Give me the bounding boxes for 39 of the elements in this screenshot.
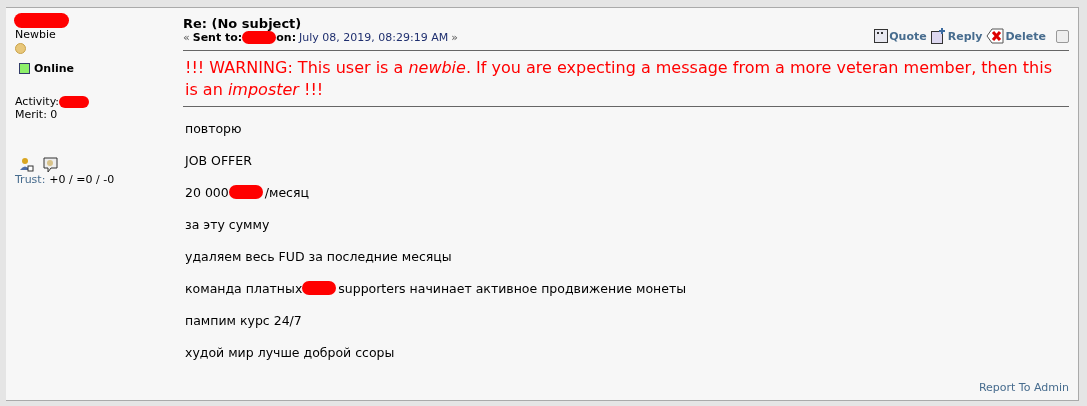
reply-link[interactable]: Reply — [930, 28, 983, 44]
message-line: 20 000 — [185, 184, 229, 200]
redaction-mark — [59, 95, 90, 108]
redaction-mark — [242, 31, 277, 44]
profile-icon[interactable] — [19, 157, 34, 172]
trust-link[interactable]: Trust: — [15, 173, 46, 186]
redaction-mark — [302, 281, 337, 295]
quote-mark: » — [451, 31, 458, 44]
message-line: повторю — [185, 120, 242, 136]
merit-text: Merit: 0 — [15, 108, 58, 121]
message-line: команда платных — [185, 280, 303, 296]
coin-icon — [15, 43, 26, 54]
quote-mark: « — [183, 31, 190, 44]
quote-icon — [874, 29, 889, 43]
online-status: Online — [34, 62, 74, 75]
message-line: худой мир лучше доброй ссоры — [185, 344, 395, 360]
message-line: за эту сумму — [185, 216, 270, 232]
trust-score: +0 / =0 / -0 — [49, 173, 115, 186]
activity-label: Activity: — [15, 95, 60, 108]
select-checkbox[interactable] — [1056, 29, 1069, 43]
message-icon[interactable] — [43, 157, 58, 173]
message-line: JOB OFFER — [185, 152, 252, 168]
report-link[interactable]: Report To Admin — [978, 381, 1069, 394]
delete-link[interactable]: Delete — [986, 28, 1046, 44]
delete-icon — [986, 28, 1005, 44]
message-subject: Re: (No subject) — [183, 16, 303, 31]
message-line: удаляем весь FUD за последние месяцы — [185, 248, 452, 264]
sent-to-label: Sent to: — [192, 31, 243, 44]
user-rank: Newbie — [15, 28, 56, 41]
message-date: July 08, 2019, 08:29:19 AM — [299, 31, 449, 44]
message-line: пампим курс 24/7 — [185, 312, 302, 328]
on-label: on: — [276, 31, 297, 44]
redaction-mark — [228, 185, 263, 199]
warning-text: !!! WARNING: This user is a newbie. If you are expecting a message from a more veteran member, then this is an imposter !!! — [183, 51, 1069, 107]
document-plus-icon — [930, 28, 947, 44]
quote-link[interactable]: Quote — [874, 29, 927, 43]
message-line: supporters начинает активное продвижение монеты — [338, 280, 687, 296]
redaction-mark — [14, 13, 69, 28]
message-line: /месяц — [264, 184, 309, 200]
